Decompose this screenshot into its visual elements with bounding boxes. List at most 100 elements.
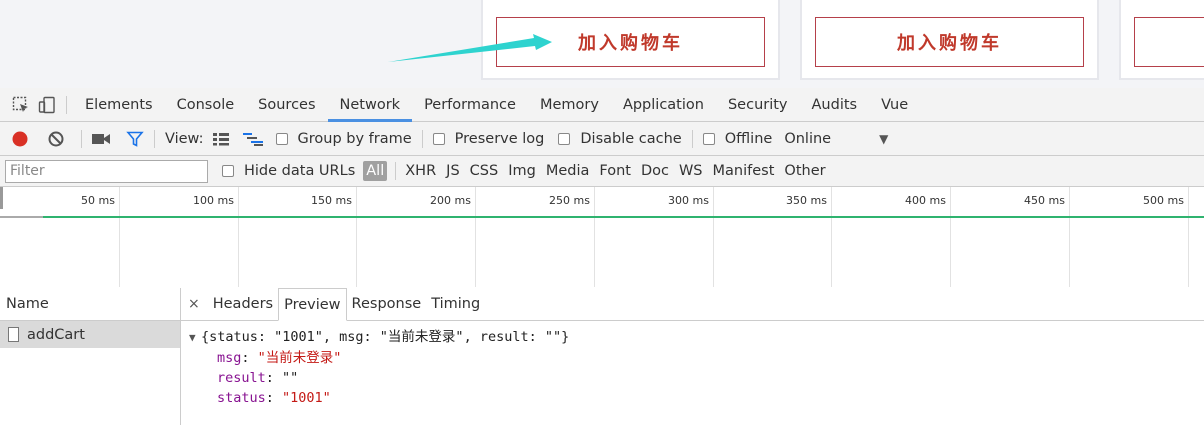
tick-line (238, 187, 239, 287)
json-field: msg: "当前未登录" (217, 350, 342, 366)
offline-checkbox[interactable] (702, 132, 715, 145)
tick-line (831, 187, 832, 287)
filter-type-font[interactable]: Font (594, 163, 636, 179)
tick-line (119, 187, 120, 287)
clear-icon[interactable] (43, 126, 69, 152)
throttling-select[interactable]: Online (784, 131, 831, 147)
json-field: status: "1001" (217, 390, 331, 406)
json-value: "" (282, 370, 299, 386)
preserve-log-label: Preserve log (454, 130, 545, 147)
tab-preview[interactable]: Preview (278, 288, 347, 321)
json-preview: ▼ {status: "1001", msg: "当前未登录", result: … (181, 321, 1204, 408)
timeline-bar-waiting (0, 216, 43, 218)
tab-network[interactable]: Network (327, 88, 413, 122)
tick-label: 450 ms (1024, 194, 1065, 207)
tab-timing[interactable]: Timing (426, 288, 485, 320)
tab-sources[interactable]: Sources (246, 88, 327, 122)
json-key: msg (217, 350, 242, 366)
network-toolbar: View: Group by frame Preserve log Disabl… (0, 122, 1204, 156)
tick-label: 150 ms (311, 194, 352, 207)
disable-cache-label: Disable cache (580, 130, 682, 147)
tick-line (713, 187, 714, 287)
group-by-frame-label: Group by frame (297, 130, 412, 147)
json-value: "当前未登录" (257, 350, 342, 366)
filter-type-xhr[interactable]: XHR (400, 163, 441, 179)
filter-bar: Hide data URLs All XHR JS CSS Img Media … (0, 156, 1204, 187)
tab-response[interactable]: Response (347, 288, 427, 320)
filter-type-ws[interactable]: WS (674, 163, 708, 179)
tick-line (594, 187, 595, 287)
filter-icon[interactable] (122, 126, 148, 152)
filter-type-css[interactable]: CSS (465, 163, 504, 179)
tick-label: 350 ms (786, 194, 827, 207)
filter-type-media[interactable]: Media (541, 163, 595, 179)
tick-label: 400 ms (905, 194, 946, 207)
timeline-bar (43, 216, 1204, 218)
tick-line (475, 187, 476, 287)
tick-label: 100 ms (193, 194, 234, 207)
tick-label: 300 ms (668, 194, 709, 207)
tab-audits[interactable]: Audits (800, 88, 870, 122)
chevron-down-icon[interactable]: ▼ (879, 132, 888, 146)
timeline-start-marker (0, 187, 3, 209)
group-by-frame-checkbox[interactable] (275, 132, 288, 145)
json-field: result: "" (217, 370, 299, 386)
web-page-area: 加入购物车 加入购物车 (0, 0, 1204, 88)
view-label: View: (165, 130, 204, 147)
device-toolbar-icon[interactable] (34, 92, 60, 118)
devtools-tab-bar: Elements Console Sources Network Perform… (0, 88, 1204, 122)
offline-label: Offline (724, 130, 773, 147)
tick-label: 50 ms (81, 194, 115, 207)
divider (154, 129, 155, 148)
divider (66, 95, 67, 114)
tab-application[interactable]: Application (611, 88, 716, 122)
record-icon[interactable] (7, 126, 33, 152)
inspect-element-icon[interactable] (8, 92, 34, 118)
divider (691, 129, 693, 148)
expand-triangle-icon[interactable]: ▼ (189, 328, 201, 348)
detail-tab-bar: × Headers Preview Response Timing (181, 288, 1204, 321)
filter-type-all[interactable]: All (363, 161, 388, 181)
tab-performance[interactable]: Performance (412, 88, 528, 122)
close-icon[interactable]: × (185, 288, 208, 320)
filter-type-img[interactable]: Img (503, 163, 541, 179)
tick-line (356, 187, 357, 287)
filter-type-manifest[interactable]: Manifest (708, 163, 780, 179)
tick-label: 250 ms (549, 194, 590, 207)
filter-type-js[interactable]: JS (441, 163, 464, 179)
json-summary-row[interactable]: ▼ {status: "1001", msg: "当前未登录", result: … (189, 327, 1204, 348)
preserve-log-checkbox[interactable] (432, 132, 445, 145)
hide-data-urls-checkbox[interactable] (222, 165, 234, 177)
hide-data-urls-label: Hide data URLs (244, 163, 356, 179)
devtools-panel: Elements Console Sources Network Perform… (0, 88, 1204, 425)
name-column-header[interactable]: Name (0, 288, 180, 321)
filter-type-doc[interactable]: Doc (636, 163, 674, 179)
timeline-overview[interactable]: 50 ms 100 ms 150 ms 200 ms 250 ms 300 ms… (0, 187, 1204, 289)
tab-headers[interactable]: Headers (208, 288, 278, 320)
tick-line (950, 187, 951, 287)
filter-input[interactable] (5, 159, 208, 183)
request-list: Name addCart (0, 288, 181, 425)
tab-elements[interactable]: Elements (73, 88, 165, 122)
divider (421, 129, 423, 148)
request-row[interactable]: addCart (0, 321, 180, 348)
tab-security[interactable]: Security (716, 88, 800, 122)
tab-vue[interactable]: Vue (869, 88, 920, 122)
request-detail-pane: × Headers Preview Response Timing ▼ {stat… (181, 288, 1204, 425)
json-key: status (217, 390, 266, 406)
tick-line (1188, 187, 1189, 287)
divider (395, 162, 397, 180)
disable-cache-checkbox[interactable] (558, 132, 571, 145)
tick-label: 500 ms (1143, 194, 1184, 207)
divider (81, 129, 82, 148)
large-rows-icon[interactable] (208, 126, 234, 152)
document-icon (8, 327, 19, 342)
tick-line (1069, 187, 1070, 287)
tab-console[interactable]: Console (165, 88, 247, 122)
camera-icon[interactable] (88, 126, 114, 152)
tab-memory[interactable]: Memory (528, 88, 611, 122)
request-name: addCart (27, 326, 85, 343)
filter-type-other[interactable]: Other (779, 163, 830, 179)
annotation-arrow (388, 34, 552, 62)
waterfall-icon[interactable] (240, 126, 266, 152)
